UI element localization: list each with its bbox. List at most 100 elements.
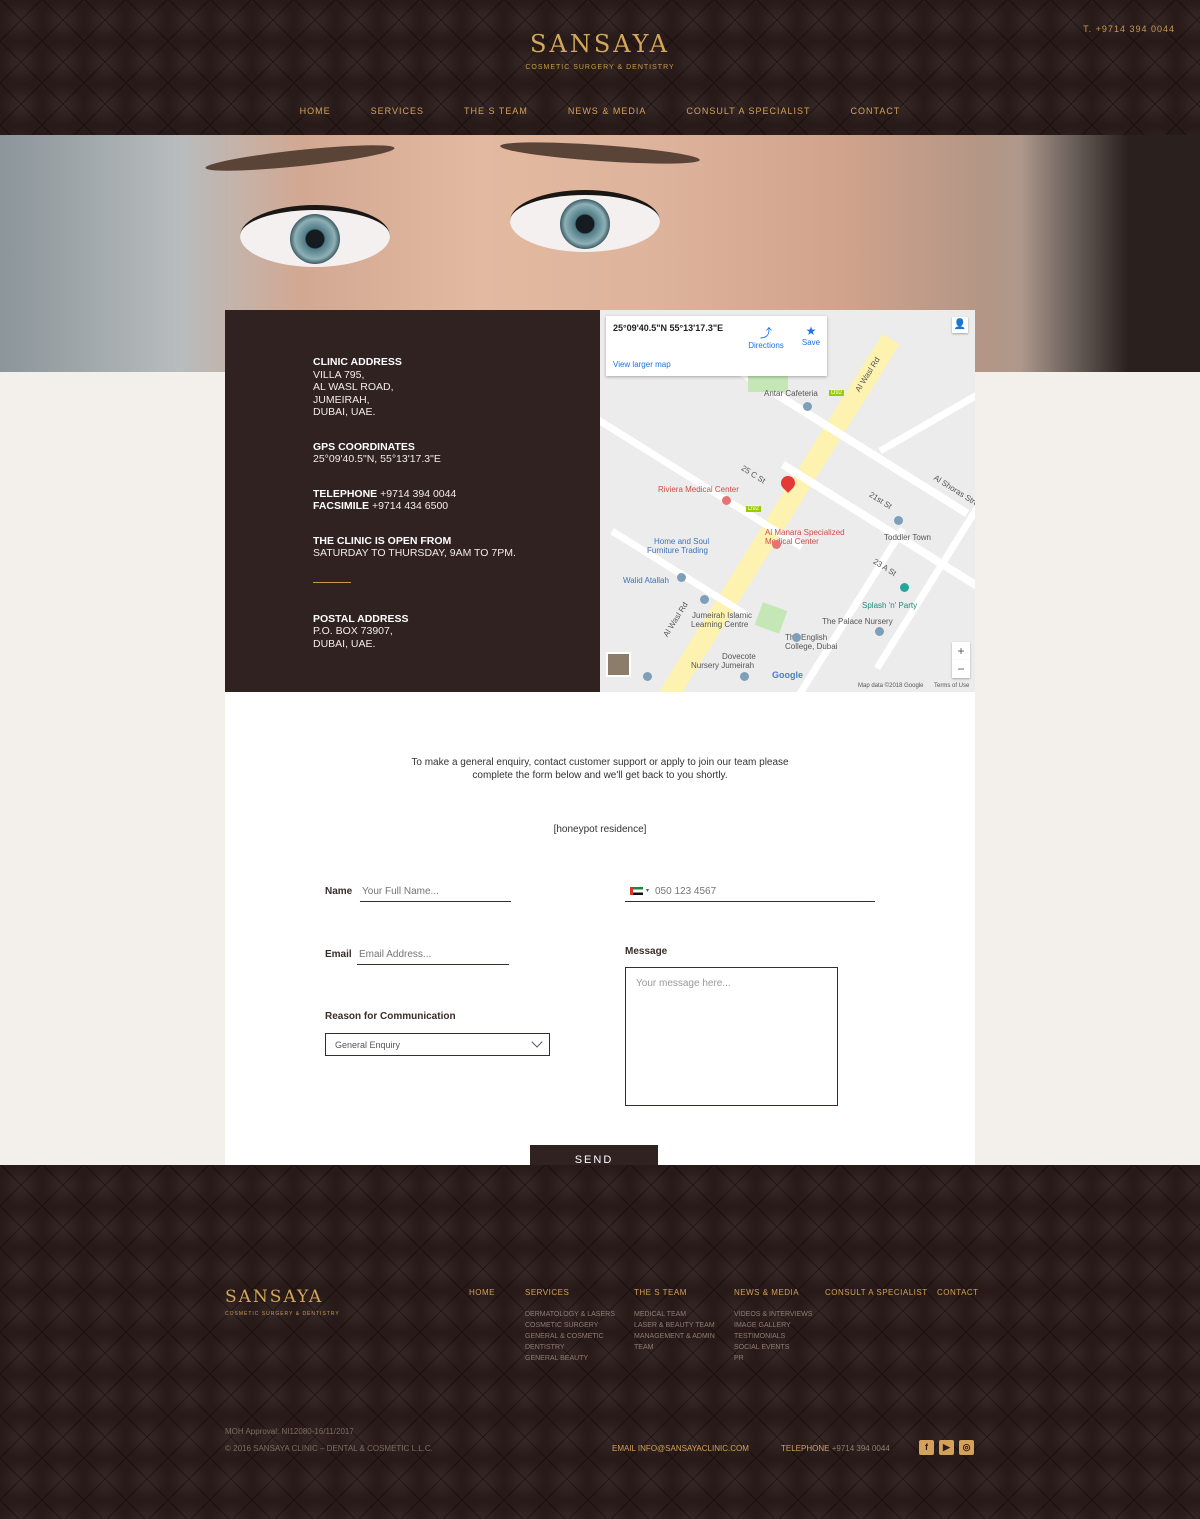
footer-sublink[interactable]: TESTIMONIALS xyxy=(734,1331,812,1342)
map-label: Dovecote xyxy=(722,652,756,661)
street-view-icon[interactable]: 👤 xyxy=(952,317,968,333)
footer-link[interactable]: NEWS & MEDIA xyxy=(734,1288,812,1297)
message-textarea[interactable]: Your message here... xyxy=(625,967,838,1106)
name-label: Name xyxy=(325,886,353,897)
nav-consult[interactable]: CONSULT A SPECIALIST xyxy=(686,106,810,116)
nav-home[interactable]: HOME xyxy=(300,106,331,116)
footer-logo-text: SANSAYA xyxy=(225,1287,324,1307)
map-pin-icon[interactable] xyxy=(700,595,709,604)
map-pin-icon[interactable] xyxy=(792,633,801,642)
map-attribution: Map data ©2018 Google xyxy=(858,683,924,689)
youtube-icon[interactable]: ▶ xyxy=(939,1440,954,1455)
save-button[interactable]: ★ Save xyxy=(791,324,831,347)
footer-link[interactable]: CONTACT xyxy=(937,1288,979,1297)
footer-col-team: THE S TEAM MEDICAL TEAM LASER & BEAUTY T… xyxy=(634,1288,715,1353)
map-coordinates: 25°09'40.5"N 55°13'17.3"E xyxy=(613,323,724,333)
map-label: Al Manara Specialized xyxy=(765,528,845,537)
gps-title: GPS COORDINATES xyxy=(313,440,415,453)
map-pin-icon[interactable] xyxy=(803,402,812,411)
telephone-value[interactable]: +9714 394 0044 xyxy=(832,1444,890,1453)
footer-logo[interactable]: SANSAYA COSMETIC SURGERY & DENTISTRY xyxy=(225,1287,340,1317)
hair-shadow xyxy=(1020,135,1200,372)
telephone-label: TELEPHONE xyxy=(781,1444,830,1453)
instagram-icon[interactable]: ◎ xyxy=(959,1440,974,1455)
logo-text: SANSAYA xyxy=(530,30,670,58)
directions-icon: ⤴ xyxy=(759,326,772,340)
hours-title: THE CLINIC IS OPEN FROM xyxy=(313,534,452,547)
reason-select[interactable]: General Enquiry xyxy=(325,1033,550,1056)
footer-sublink[interactable]: SOCIAL EVENTS xyxy=(734,1342,812,1353)
postal-block: POSTAL ADDRESS P.O. BOX 73907, DUBAI, UA… xyxy=(313,613,600,651)
footer-link[interactable]: CONSULT A SPECIALIST xyxy=(825,1288,928,1297)
header-phone[interactable]: T. +9714 394 0044 xyxy=(1083,24,1175,34)
footer-col-home: HOME xyxy=(469,1288,495,1309)
directions-button[interactable]: ⤴ Directions xyxy=(746,324,786,350)
footer-link[interactable]: SERVICES xyxy=(525,1288,615,1297)
phone-block: TELEPHONE +9714 394 0044 FACSIMILE +9714… xyxy=(313,488,600,513)
map-label: Learning Centre xyxy=(691,620,749,629)
hours-value: SATURDAY TO THURSDAY, 9AM TO 7PM. xyxy=(313,547,516,559)
footer-logo-tagline: COSMETIC SURGERY & DENTISTRY xyxy=(225,1311,340,1317)
right-eyebrow xyxy=(499,138,701,168)
footer-sublink[interactable]: GENERAL BEAUTY xyxy=(525,1353,615,1364)
map-pin-icon[interactable] xyxy=(894,516,903,525)
map-pin-icon[interactable] xyxy=(643,672,652,681)
left-eyebrow xyxy=(204,140,396,176)
site-logo[interactable]: SANSAYA COSMETIC SURGERY & DENTISTRY xyxy=(0,30,1200,71)
facebook-icon[interactable]: f xyxy=(919,1440,934,1455)
footer-email[interactable]: EMAIL INFO@SANSAYACLINIC.COM xyxy=(612,1444,749,1453)
terms-link[interactable]: Terms of Use xyxy=(934,683,969,689)
nav-team[interactable]: THE S TEAM xyxy=(464,106,528,116)
map-pin-icon[interactable] xyxy=(900,583,909,592)
postal-title: POSTAL ADDRESS xyxy=(313,612,409,625)
footer-sublink[interactable]: DERMATOLOGY & LASERS xyxy=(525,1309,615,1320)
email-input[interactable] xyxy=(357,949,509,965)
footer-sublink[interactable]: MANAGEMENT & ADMIN xyxy=(634,1331,715,1342)
telephone-label: TELEPHONE xyxy=(313,487,378,500)
main-nav: HOME SERVICES THE S TEAM NEWS & MEDIA CO… xyxy=(0,106,1200,116)
embedded-map[interactable]: Antar Cafeteria Riviera Medical Center A… xyxy=(600,310,975,692)
park xyxy=(754,602,788,634)
footer-sublink[interactable]: TEAM xyxy=(634,1342,715,1353)
fax-value: +9714 434 6500 xyxy=(371,500,449,512)
nav-news-media[interactable]: NEWS & MEDIA xyxy=(568,106,647,116)
nav-contact[interactable]: CONTACT xyxy=(851,106,901,116)
moh-approval: MOH Approval: NI12080-16/11/2017 xyxy=(225,1427,354,1436)
chevron-down-icon xyxy=(531,1036,543,1048)
footer-col-contact: CONTACT xyxy=(937,1288,979,1309)
route-badge: D92 xyxy=(829,390,845,396)
zoom-out-button[interactable]: − xyxy=(952,660,970,678)
map-pin-icon[interactable] xyxy=(740,672,749,681)
left-eye xyxy=(240,205,390,267)
clinic-address-title: CLINIC ADDRESS xyxy=(313,356,402,368)
nav-services[interactable]: SERVICES xyxy=(371,106,424,116)
footer-sublink[interactable]: IMAGE GALLERY xyxy=(734,1320,812,1331)
star-icon: ★ xyxy=(805,324,817,338)
footer-sublink[interactable]: VIDEOS & INTERVIEWS xyxy=(734,1309,812,1320)
map-pin-icon[interactable] xyxy=(875,627,884,636)
footer-link[interactable]: HOME xyxy=(469,1288,495,1297)
satellite-toggle[interactable] xyxy=(606,652,631,677)
map-label: Toddler Town xyxy=(884,533,931,542)
gps-block: GPS COORDINATES 25°09'40.5"N, 55°13'17.3… xyxy=(313,441,600,466)
footer-sublink[interactable]: DENTISTRY xyxy=(525,1342,615,1353)
address-line: AL WASL ROAD, xyxy=(313,381,394,393)
name-input[interactable] xyxy=(360,886,511,902)
site-header: SANSAYA COSMETIC SURGERY & DENTISTRY T. … xyxy=(0,0,1200,135)
footer-sublink[interactable]: LASER & BEAUTY TEAM xyxy=(634,1320,715,1331)
hours-block: THE CLINIC IS OPEN FROM SATURDAY TO THUR… xyxy=(313,535,600,560)
footer-sublink[interactable]: MEDICAL TEAM xyxy=(634,1309,715,1320)
postal-line: P.O. BOX 73907, xyxy=(313,625,393,637)
hospital-icon[interactable] xyxy=(722,496,731,505)
footer-link[interactable]: THE S TEAM xyxy=(634,1288,715,1297)
footer-sublink[interactable]: COSMETIC SURGERY xyxy=(525,1320,615,1331)
zoom-in-button[interactable]: + xyxy=(952,642,970,660)
map-label: 21st St xyxy=(867,490,894,511)
phone-input[interactable] xyxy=(625,886,875,902)
footer-sublink[interactable]: GENERAL & COSMETIC xyxy=(525,1331,615,1342)
telephone-value[interactable]: +9714 394 0044 xyxy=(380,488,456,500)
map-pin-icon[interactable] xyxy=(677,573,686,582)
footer-sublink[interactable]: PR xyxy=(734,1353,812,1364)
hospital-icon[interactable] xyxy=(772,540,781,549)
view-larger-map-link[interactable]: View larger map xyxy=(613,360,671,369)
